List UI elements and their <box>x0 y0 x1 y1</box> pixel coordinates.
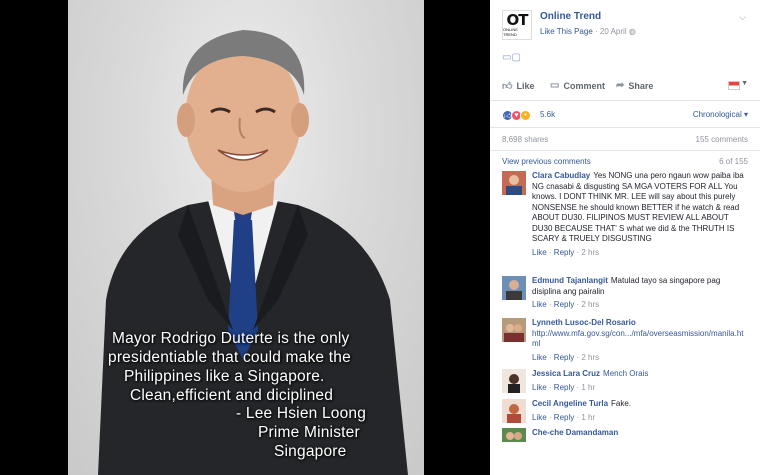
comment-link[interactable]: http://www.mfa.gov.sg/con.../mfa/oversea… <box>532 329 748 350</box>
comment-time[interactable]: 2 hrs <box>581 248 599 257</box>
post-header: OT ONLINE TREND Online Trend Like This P… <box>490 0 760 100</box>
view-previous-comments-link[interactable]: View previous comments <box>502 157 591 166</box>
comment-body: Edmund Tajanlangit Matulad tayo sa singap… <box>532 276 748 311</box>
sort-label: Chronological <box>692 110 742 119</box>
comment-body: Cecil Angeline Turla Fake. Like · Reply ·… <box>532 399 748 423</box>
post-meta: Like This Page · 20 April ◍ <box>540 27 636 36</box>
reactions-icons[interactable]: 👍︎ ♥ • <box>502 108 531 122</box>
comment-text: Fake. <box>611 399 632 408</box>
photo-viewer: Mayor Rodrigo Duterte is the only presid… <box>0 0 490 475</box>
avatar-image <box>502 318 526 342</box>
shares-count[interactable]: 8,698 shares <box>502 135 548 144</box>
speech-bubble-icon: ▭▢ <box>502 52 521 63</box>
page-logo-text: OT <box>506 11 529 29</box>
commenter-name[interactable]: Clara Cabudlay <box>532 171 590 180</box>
quote-line-3: Philippines like a Singapore. <box>124 368 325 385</box>
quote-line-1: Mayor Rodrigo Duterte is the only <box>112 330 350 347</box>
flag-icon[interactable] <box>728 81 740 90</box>
comment-text: Yes NONG una pero ngaun wow paiba iba NG… <box>532 171 744 243</box>
share-label: Share <box>628 80 654 91</box>
commenter-name[interactable]: Lynneth Lusoc-Del Rosario <box>532 318 636 327</box>
commenter-name[interactable]: Che-che Damandaman <box>532 428 618 437</box>
avatar[interactable] <box>502 428 526 442</box>
avatar[interactable] <box>502 276 526 300</box>
avatar[interactable] <box>502 399 526 423</box>
page-logo-subtext: ONLINE TREND <box>503 27 518 37</box>
post-side-panel: OT ONLINE TREND Online Trend Like This P… <box>490 0 760 475</box>
avatar[interactable] <box>502 171 526 195</box>
comment-button[interactable]: ▭ Comment <box>550 80 605 91</box>
comment-body: Che-che Damandaman <box>532 428 748 439</box>
comment-reply-link[interactable]: Reply <box>554 383 574 392</box>
reactions-count[interactable]: 5.6k <box>540 110 555 119</box>
post-date[interactable]: 20 April <box>600 27 627 36</box>
quote-line-2: presidentiable that could make the <box>108 349 351 366</box>
avatar[interactable] <box>502 318 526 342</box>
attribution-country: Singapore <box>274 443 347 460</box>
comment-time[interactable]: 2 hrs <box>581 300 599 309</box>
comment-footer: Like · Reply · 2 hrs <box>532 300 600 309</box>
avatar-image <box>502 428 526 442</box>
avatar-image <box>502 369 526 393</box>
comment-time[interactable]: 1 hr <box>581 383 595 392</box>
avatar[interactable] <box>502 369 526 393</box>
thumbs-up-icon: 👍︎ <box>502 81 513 92</box>
globe-icon: ◍ <box>628 27 636 36</box>
avatar-image <box>502 171 526 195</box>
post-actions-bar: 👍︎ Like ▭ Comment ➦ Share ▼ <box>502 78 748 94</box>
comment-time[interactable]: 1 hr <box>581 413 595 422</box>
avatar-image <box>502 399 526 423</box>
page-avatar[interactable]: OT ONLINE TREND <box>502 10 532 40</box>
divider <box>490 150 760 151</box>
comment-reply-link[interactable]: Reply <box>554 353 574 362</box>
comment-like-link[interactable]: Like <box>532 248 547 257</box>
comment-footer: Like · Reply · 1 hr <box>532 412 596 422</box>
attribution-title: Prime Minister <box>258 424 360 441</box>
share-button[interactable]: ➦ Share <box>616 80 653 91</box>
comment-footer: Like · Reply · 1 hr <box>532 382 596 392</box>
post-photo[interactable]: Mayor Rodrigo Duterte is the only presid… <box>68 0 424 475</box>
comments-count[interactable]: 155 comments <box>696 135 748 144</box>
commenter-name[interactable]: Cecil Angeline Turla <box>532 399 608 408</box>
comment-icon: ▭ <box>550 80 560 91</box>
sort-dropdown[interactable]: Chronological ▾ <box>693 110 748 119</box>
divider <box>490 127 760 128</box>
caret-down-icon[interactable]: ▼ <box>741 80 748 87</box>
share-icon: ➦ <box>616 80 625 91</box>
avatar-image <box>502 276 526 300</box>
quote-line-4: Clean,efficient and diciplined <box>130 387 334 404</box>
commenter-name[interactable]: Jessica Lara Cruz <box>532 369 600 378</box>
comment-like-link[interactable]: Like <box>532 413 547 422</box>
comment-body: Clara Cabudlay Yes NONG una pero ngaun wo… <box>532 171 748 258</box>
comments-shown-count: 6 of 155 <box>719 157 748 166</box>
comment-like-link[interactable]: Like <box>532 300 547 309</box>
comment-reply-link[interactable]: Reply <box>554 413 574 422</box>
divider <box>490 100 760 101</box>
caret-down-icon: ▾ <box>743 110 748 119</box>
like-page-link[interactable]: Like This Page <box>540 27 593 36</box>
comment-label: Comment <box>563 80 605 91</box>
chevron-down-icon[interactable]: ⌵ <box>739 12 746 23</box>
comment-footer: Like · Reply · 2 hrs <box>532 247 600 257</box>
attribution-name: - Lee Hsien Loong <box>236 405 367 422</box>
comment-body: Lynneth Lusoc-Del Rosario http://www.mfa… <box>532 318 748 363</box>
comment-body: Jessica Lara Cruz Mench Orais Like · Repl… <box>532 369 748 393</box>
like-label: Like <box>516 81 535 91</box>
like-button[interactable]: 👍︎ Like <box>502 80 534 92</box>
commenter-name[interactable]: Edmund Tajanlangit <box>532 276 608 285</box>
comment-reply-link[interactable]: Reply <box>554 300 574 309</box>
tagged-name-link[interactable]: Mench Orais <box>603 369 648 378</box>
page-name-link[interactable]: Online Trend <box>540 11 601 22</box>
comment-reply-link[interactable]: Reply <box>554 248 574 257</box>
comment-like-link[interactable]: Like <box>532 353 547 362</box>
comment-like-link[interactable]: Like <box>532 383 547 392</box>
wow-reaction-icon: • <box>520 109 531 121</box>
comment-time[interactable]: 2 hrs <box>581 353 599 362</box>
comment-footer: Like · Reply · 2 hrs <box>532 352 600 362</box>
